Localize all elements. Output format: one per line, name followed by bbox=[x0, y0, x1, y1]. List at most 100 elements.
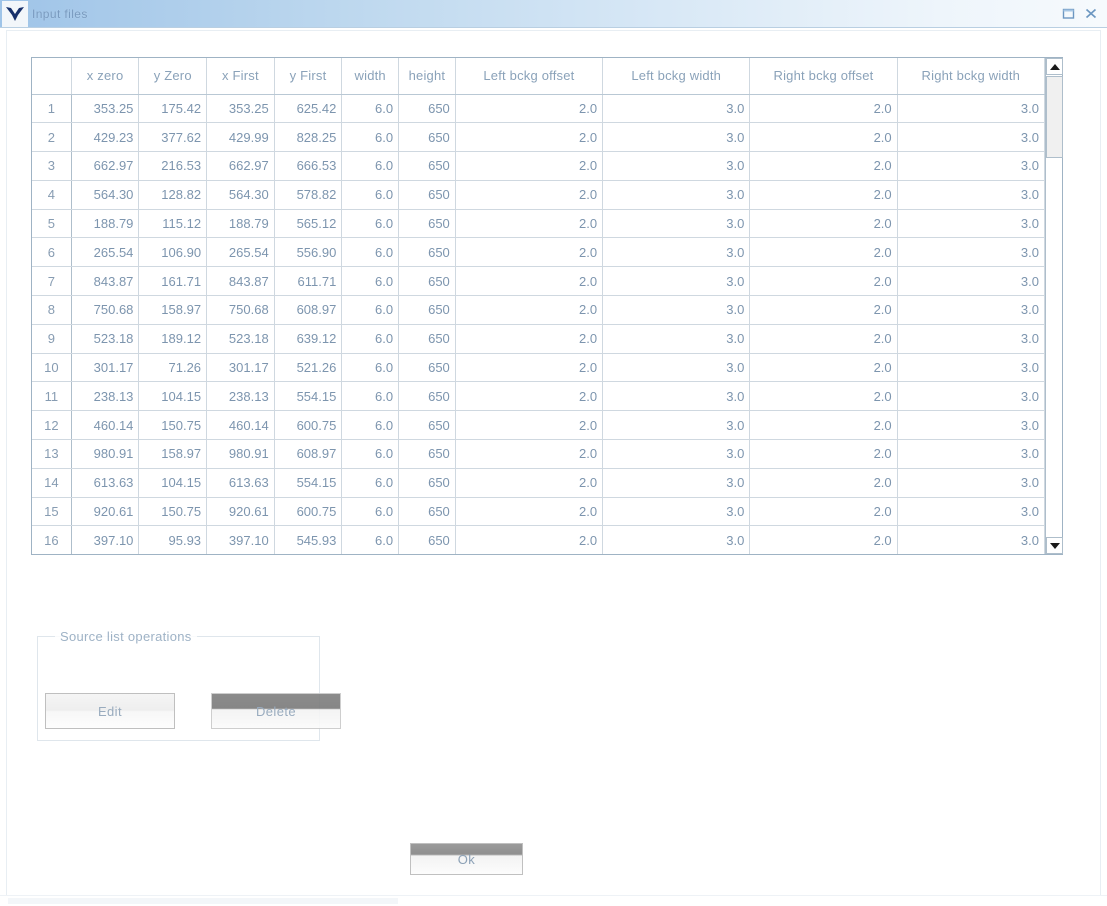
cell-lbw[interactable]: 3.0 bbox=[602, 381, 751, 412]
cell-lbw[interactable]: 3.0 bbox=[602, 179, 751, 210]
table-row[interactable]: 7 843.87 161.71 843.87 611.71 6.0 650 2.0 3.0 2.0… bbox=[32, 266, 1045, 297]
cell-rbo[interactable]: 2.0 bbox=[749, 237, 898, 268]
column-header-y-first[interactable]: y First bbox=[273, 58, 343, 95]
cell-rbo[interactable]: 2.0 bbox=[749, 439, 898, 469]
cell-lbo[interactable]: 2.0 bbox=[454, 93, 604, 124]
maximize-icon[interactable] bbox=[1061, 6, 1077, 21]
cell-x-zero[interactable]: 564.30 bbox=[70, 179, 140, 210]
cell-y-first[interactable]: 556.90 bbox=[273, 237, 343, 268]
cell-rbo[interactable]: 2.0 bbox=[749, 179, 898, 210]
scroll-down-button[interactable] bbox=[1046, 537, 1063, 554]
column-header-x-zero[interactable]: x zero bbox=[70, 58, 140, 95]
cell-x-zero[interactable]: 613.63 bbox=[70, 467, 140, 498]
cell-lbw[interactable]: 3.0 bbox=[602, 208, 751, 239]
cell-height[interactable]: 650 bbox=[398, 208, 456, 239]
cell-height[interactable]: 650 bbox=[398, 93, 456, 124]
cell-height[interactable]: 650 bbox=[398, 467, 456, 498]
cell-width[interactable]: 6.0 bbox=[341, 467, 400, 498]
cell-y-first[interactable]: 639.12 bbox=[273, 323, 343, 354]
cell-y-first[interactable]: 828.25 bbox=[273, 122, 343, 153]
cell-rbo[interactable]: 2.0 bbox=[749, 410, 898, 441]
cell-lbo[interactable]: 2.0 bbox=[454, 208, 604, 239]
title-bar[interactable]: Input files bbox=[0, 0, 1107, 28]
cell-x-first[interactable]: 843.87 bbox=[206, 266, 275, 297]
cell-height[interactable]: 650 bbox=[398, 266, 456, 297]
delete-button[interactable]: Delete bbox=[211, 693, 341, 729]
cell-x-first[interactable]: 460.14 bbox=[206, 410, 275, 441]
cell-rbo[interactable]: 2.0 bbox=[749, 266, 898, 297]
cell-height[interactable]: 650 bbox=[398, 179, 456, 210]
cell-lbw[interactable]: 3.0 bbox=[602, 525, 751, 554]
cell-y-zero[interactable]: 104.15 bbox=[138, 381, 208, 412]
cell-y-first[interactable]: 608.97 bbox=[273, 439, 343, 469]
cell-rbo[interactable]: 2.0 bbox=[749, 323, 898, 354]
cell-lbo[interactable]: 2.0 bbox=[454, 381, 604, 412]
table-row[interactable]: 5 188.79 115.12 188.79 565.12 6.0 650 2.0 3.0 2.0… bbox=[32, 208, 1045, 239]
cell-y-first[interactable]: 545.93 bbox=[273, 525, 343, 554]
cell-x-first[interactable]: 523.18 bbox=[206, 323, 275, 354]
cell-x-first[interactable]: 613.63 bbox=[206, 467, 275, 498]
row-number[interactable]: 7 bbox=[32, 266, 72, 297]
cell-height[interactable]: 650 bbox=[398, 352, 456, 383]
scrollbar-thumb[interactable] bbox=[1046, 76, 1063, 158]
edit-button[interactable]: Edit bbox=[45, 693, 175, 729]
cell-lbo[interactable]: 2.0 bbox=[454, 352, 604, 383]
table-row[interactable]: 11 238.13 104.15 238.13 554.15 6.0 650 2.0 3.0 2.… bbox=[32, 381, 1045, 412]
cell-width[interactable]: 6.0 bbox=[341, 208, 400, 239]
column-header-right-bckg-width[interactable]: Right bckg width bbox=[896, 58, 1045, 95]
cell-x-zero[interactable]: 397.10 bbox=[70, 525, 140, 554]
cell-rbw[interactable]: 3.0 bbox=[896, 295, 1045, 325]
cell-y-first[interactable]: 554.15 bbox=[273, 381, 343, 412]
cell-y-first[interactable]: 554.15 bbox=[273, 467, 343, 498]
row-number[interactable]: 8 bbox=[32, 295, 72, 325]
cell-lbw[interactable]: 3.0 bbox=[602, 496, 751, 527]
cell-width[interactable]: 6.0 bbox=[341, 122, 400, 153]
cell-rbw[interactable]: 3.0 bbox=[896, 381, 1045, 412]
cell-y-zero[interactable]: 158.97 bbox=[138, 295, 208, 325]
cell-rbo[interactable]: 2.0 bbox=[749, 208, 898, 239]
cell-height[interactable]: 650 bbox=[398, 381, 456, 412]
table-row[interactable]: 8 750.68 158.97 750.68 608.97 6.0 650 2.0 3.0 2.0… bbox=[32, 295, 1045, 325]
cell-rbw[interactable]: 3.0 bbox=[896, 352, 1045, 383]
row-number[interactable]: 9 bbox=[32, 323, 72, 354]
row-number[interactable]: 12 bbox=[32, 410, 72, 441]
cell-y-zero[interactable]: 71.26 bbox=[138, 352, 208, 383]
table-row[interactable]: 1 353.25 175.42 353.25 625.42 6.0 650 2.0 3.0 2.0… bbox=[32, 93, 1045, 124]
cell-width[interactable]: 6.0 bbox=[341, 381, 400, 412]
row-number[interactable]: 4 bbox=[32, 179, 72, 210]
cell-x-zero[interactable]: 238.13 bbox=[70, 381, 140, 412]
column-header-height[interactable]: height bbox=[398, 58, 456, 95]
row-number[interactable]: 6 bbox=[32, 237, 72, 268]
cell-x-zero[interactable]: 301.17 bbox=[70, 352, 140, 383]
cell-lbo[interactable]: 2.0 bbox=[454, 323, 604, 354]
cell-x-first[interactable]: 920.61 bbox=[206, 496, 275, 527]
cell-lbw[interactable]: 3.0 bbox=[602, 410, 751, 441]
cell-y-zero[interactable]: 377.62 bbox=[138, 122, 208, 153]
table-vertical-scrollbar[interactable] bbox=[1045, 58, 1063, 554]
cell-width[interactable]: 6.0 bbox=[341, 323, 400, 354]
cell-height[interactable]: 650 bbox=[398, 151, 456, 181]
column-header-right-bckg-offset[interactable]: Right bckg offset bbox=[749, 58, 898, 95]
cell-lbo[interactable]: 2.0 bbox=[454, 467, 604, 498]
cell-rbw[interactable]: 3.0 bbox=[896, 266, 1045, 297]
cell-lbo[interactable]: 2.0 bbox=[454, 266, 604, 297]
column-header-width[interactable]: width bbox=[341, 58, 400, 95]
cell-x-first[interactable]: 301.17 bbox=[206, 352, 275, 383]
cell-rbw[interactable]: 3.0 bbox=[896, 525, 1045, 554]
table-row[interactable]: 4 564.30 128.82 564.30 578.82 6.0 650 2.0 3.0 2.0… bbox=[32, 179, 1045, 210]
cell-width[interactable]: 6.0 bbox=[341, 410, 400, 441]
cell-x-zero[interactable]: 523.18 bbox=[70, 323, 140, 354]
cell-lbw[interactable]: 3.0 bbox=[602, 266, 751, 297]
cell-rbw[interactable]: 3.0 bbox=[896, 410, 1045, 441]
cell-lbo[interactable]: 2.0 bbox=[454, 151, 604, 181]
cell-rbw[interactable]: 3.0 bbox=[896, 323, 1045, 354]
cell-y-zero[interactable]: 175.42 bbox=[138, 93, 208, 124]
cell-x-first[interactable]: 353.25 bbox=[206, 93, 275, 124]
cell-width[interactable]: 6.0 bbox=[341, 266, 400, 297]
table-row[interactable]: 13 980.91 158.97 980.91 608.97 6.0 650 2.0 3.0 2.… bbox=[32, 439, 1045, 469]
cell-rbw[interactable]: 3.0 bbox=[896, 179, 1045, 210]
cell-height[interactable]: 650 bbox=[398, 237, 456, 268]
cell-width[interactable]: 6.0 bbox=[341, 295, 400, 325]
cell-x-first[interactable]: 980.91 bbox=[206, 439, 275, 469]
cell-rbw[interactable]: 3.0 bbox=[896, 93, 1045, 124]
